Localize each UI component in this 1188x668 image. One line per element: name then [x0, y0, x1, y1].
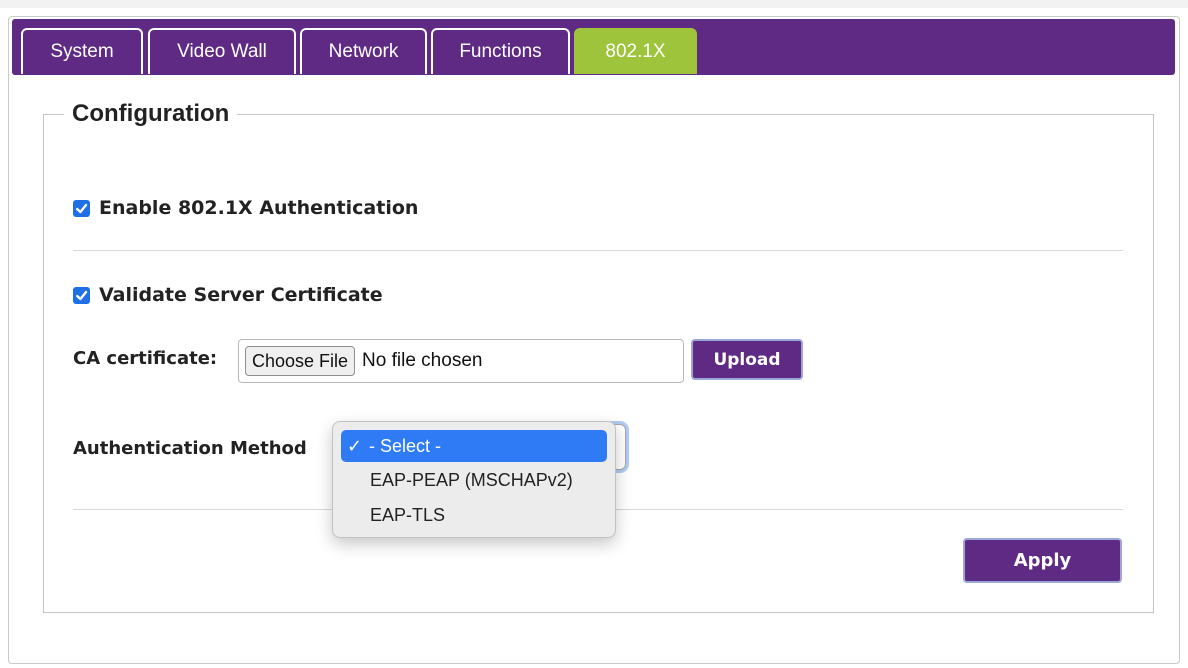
- authentication-method-label: Authentication Method: [73, 438, 307, 459]
- checkmark-icon: ✓: [347, 435, 363, 456]
- ca-certificate-label: CA certificate:: [73, 348, 218, 369]
- enable-8021x-row[interactable]: Enable 802.1X Authentication: [73, 197, 418, 219]
- ca-certificate-file-input[interactable]: Choose File No file chosen: [238, 339, 684, 383]
- configuration-legend: Configuration: [64, 100, 238, 128]
- file-status-text: No file chosen: [362, 350, 483, 371]
- tab-8021x[interactable]: 802.1X: [574, 28, 697, 74]
- option-eap-peap[interactable]: EAP-PEAP (MSCHAPv2): [341, 464, 607, 496]
- checkmark-icon: [75, 290, 88, 300]
- tab-functions[interactable]: Functions: [431, 28, 570, 74]
- validate-cert-label: Validate Server Certificate: [99, 284, 383, 306]
- option-eap-tls[interactable]: EAP-TLS: [341, 499, 607, 531]
- choose-file-button[interactable]: Choose File: [245, 346, 356, 376]
- tab-system[interactable]: System: [21, 28, 143, 74]
- validate-cert-checkbox[interactable]: [73, 286, 90, 304]
- checkmark-icon: [75, 203, 88, 213]
- divider: [73, 250, 1123, 251]
- enable-8021x-checkbox[interactable]: [73, 199, 90, 217]
- option-label: EAP-PEAP (MSCHAPv2): [370, 469, 573, 490]
- tab-network[interactable]: Network: [300, 28, 427, 74]
- upload-button[interactable]: Upload: [691, 339, 803, 380]
- tab-video-wall[interactable]: Video Wall: [148, 28, 296, 74]
- apply-button[interactable]: Apply: [963, 538, 1122, 583]
- option-label: - Select -: [369, 435, 442, 456]
- validate-cert-row[interactable]: Validate Server Certificate: [73, 284, 383, 306]
- top-strip: [0, 0, 1188, 8]
- option-label: EAP-TLS: [370, 504, 446, 525]
- enable-8021x-label: Enable 802.1X Authentication: [99, 197, 419, 219]
- authentication-method-dropdown[interactable]: ✓ - Select - EAP-PEAP (MSCHAPv2) EAP-TLS: [332, 421, 616, 538]
- option-select[interactable]: ✓ - Select -: [341, 430, 607, 462]
